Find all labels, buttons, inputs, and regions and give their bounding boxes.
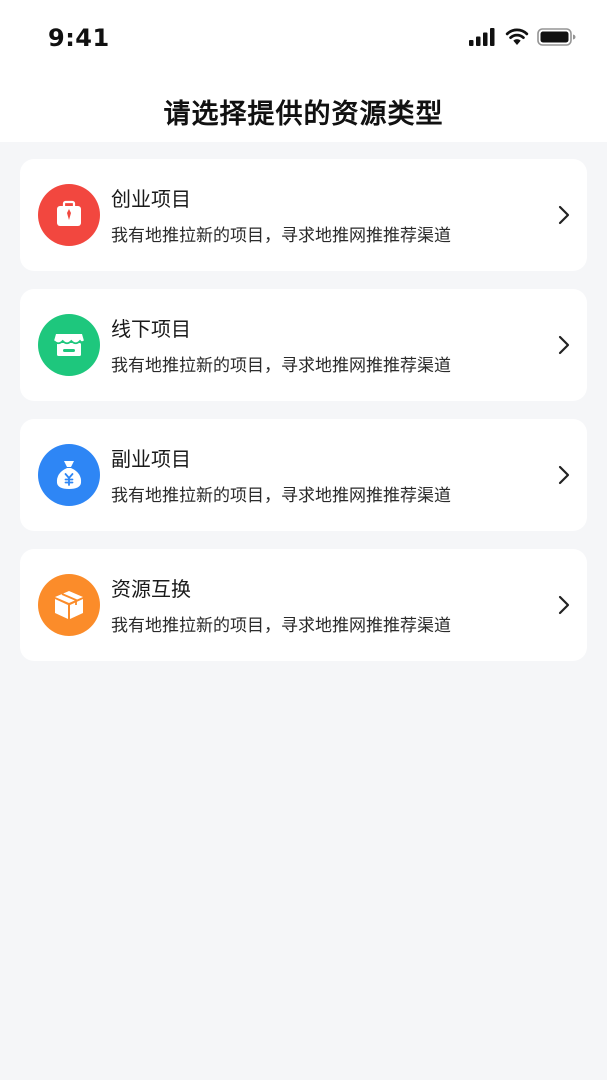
wifi-icon [505, 28, 529, 50]
item-title: 创业项目 [111, 187, 191, 211]
battery-icon [537, 27, 577, 51]
money-bag-icon [38, 444, 100, 506]
briefcase-icon [38, 184, 100, 246]
top-bar: 9:41 请选择提供的资源类型 [0, 0, 607, 142]
resource-type-list: 创业项目 我有地推拉新的项目，寻求地推网推推荐渠道 线下项目 我有地推拉新的项目… [20, 159, 587, 679]
store-icon [38, 314, 100, 376]
cellular-signal-icon [469, 28, 497, 50]
package-box-icon [38, 574, 100, 636]
list-item-side-project[interactable]: 副业项目 我有地推拉新的项目，寻求地推网推推荐渠道 [20, 419, 587, 531]
item-description: 我有地推拉新的项目，寻求地推网推推荐渠道 [111, 226, 451, 246]
item-title: 资源互换 [111, 577, 191, 601]
item-title: 线下项目 [111, 317, 191, 341]
status-time: 9:41 [48, 24, 110, 52]
list-item-startup-project[interactable]: 创业项目 我有地推拉新的项目，寻求地推网推推荐渠道 [20, 159, 587, 271]
item-title: 副业项目 [111, 447, 191, 471]
page-title: 请选择提供的资源类型 [163, 99, 444, 130]
status-icons [469, 28, 577, 50]
item-description: 我有地推拉新的项目，寻求地推网推推荐渠道 [111, 616, 451, 636]
list-item-offline-project[interactable]: 线下项目 我有地推拉新的项目，寻求地推网推推荐渠道 [20, 289, 587, 401]
list-item-resource-exchange[interactable]: 资源互换 我有地推拉新的项目，寻求地推网推推荐渠道 [20, 549, 587, 661]
item-description: 我有地推拉新的项目，寻求地推网推推荐渠道 [111, 486, 451, 506]
chevron-right-icon [558, 465, 570, 485]
chevron-right-icon [558, 335, 570, 355]
chevron-right-icon [558, 595, 570, 615]
chevron-right-icon [558, 205, 570, 225]
item-description: 我有地推拉新的项目，寻求地推网推推荐渠道 [111, 356, 451, 376]
